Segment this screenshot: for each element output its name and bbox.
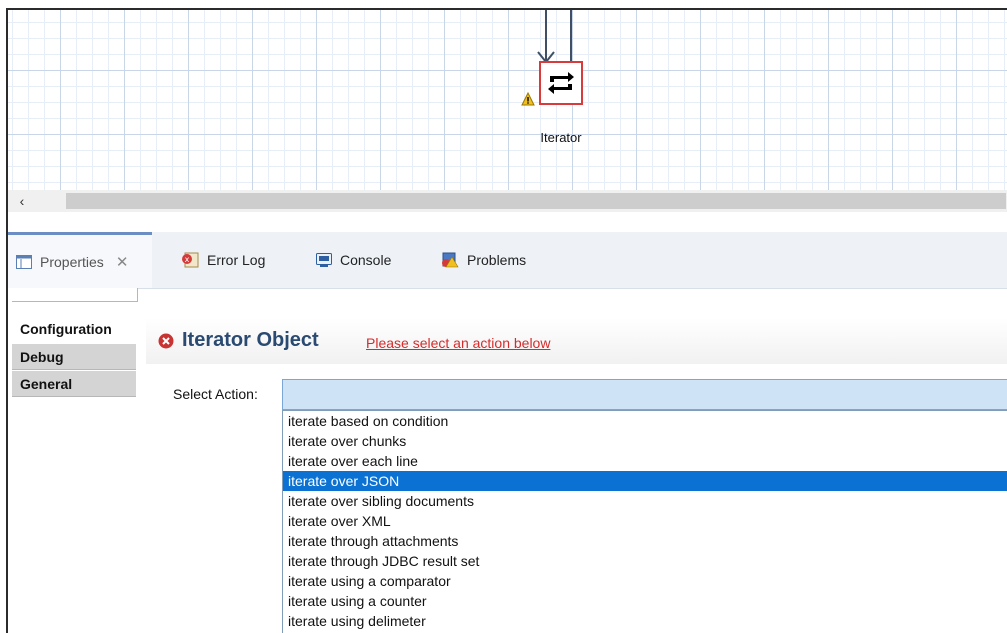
dropdown-option[interactable]: iterate through attachments (283, 531, 1007, 551)
view-tab-bar: Properties ✕ x Error Log Console Problem… (8, 232, 1007, 289)
side-tab-configuration[interactable]: Configuration (12, 316, 136, 342)
side-tab-list: Configuration Debug General (8, 288, 138, 633)
flow-canvas[interactable]: Iterator (8, 10, 1007, 190)
select-action-input[interactable] (282, 379, 1007, 410)
error-log-icon: x (182, 252, 199, 268)
repeat-icon (548, 72, 574, 94)
tab-properties[interactable]: Properties ✕ (8, 232, 152, 288)
console-icon (316, 253, 332, 267)
node-label: Iterator (540, 130, 582, 145)
action-dropdown-list: iterate based on condition iterate over … (282, 410, 1007, 633)
iterator-node[interactable] (539, 61, 583, 105)
tab-label: Problems (467, 252, 527, 268)
page-title: Iterator Object (182, 329, 319, 351)
error-icon (158, 333, 174, 349)
tab-label: Properties (40, 253, 104, 270)
section-header: Iterator Object Please select an action … (146, 318, 1007, 364)
scroll-thumb[interactable] (66, 193, 1006, 209)
tab-label: Console (340, 252, 392, 268)
tab-error-log[interactable]: x Error Log (181, 232, 265, 288)
panel-divider (8, 212, 1007, 232)
tab-label: Error Log (207, 252, 266, 268)
side-tab-general[interactable]: General (12, 371, 136, 397)
horizontal-scrollbar[interactable]: ‹ (8, 190, 1007, 212)
close-icon[interactable]: ✕ (116, 253, 129, 271)
warning-icon (521, 92, 535, 106)
tab-problems[interactable]: Problems (441, 232, 526, 288)
properties-icon (16, 254, 32, 269)
svg-text:x: x (185, 255, 190, 264)
side-tab-debug[interactable]: Debug (12, 344, 136, 370)
dropdown-option[interactable]: iterate using a comparator (283, 571, 1007, 591)
select-action-label: Select Action: (173, 386, 258, 402)
side-tab-separator (12, 288, 138, 302)
dropdown-option-selected[interactable]: iterate over JSON (283, 471, 1007, 491)
connector-arrows (537, 10, 572, 64)
dropdown-option[interactable]: iterate through JDBC result set (283, 551, 1007, 571)
dropdown-option[interactable]: iterate over each line (283, 451, 1007, 471)
dropdown-option[interactable]: iterate based on condition (283, 411, 1007, 431)
action-hint-link[interactable]: Please select an action below (366, 335, 550, 351)
window-frame: Iterator ‹ Properties ✕ x Error Log Cons… (6, 8, 1007, 633)
scroll-left-arrow-icon[interactable]: ‹ (8, 190, 36, 212)
tab-console[interactable]: Console (316, 232, 391, 288)
dropdown-option[interactable]: iterate using a counter (283, 591, 1007, 611)
dropdown-option[interactable]: iterate using delimeter (283, 611, 1007, 631)
dropdown-option[interactable]: iterate over chunks (283, 431, 1007, 451)
dropdown-option[interactable]: iterate over XML (283, 511, 1007, 531)
dropdown-option[interactable]: iterate over sibling documents (283, 491, 1007, 511)
problems-icon (442, 252, 459, 268)
